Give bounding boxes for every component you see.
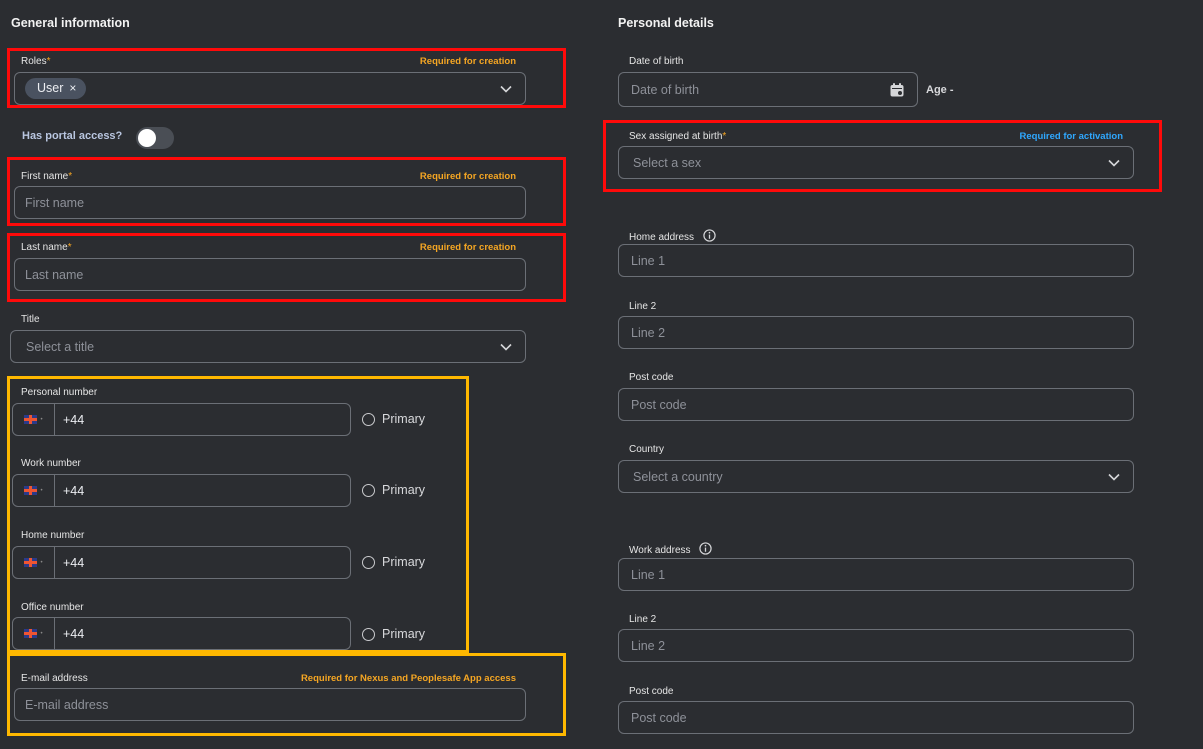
toggle-knob	[138, 129, 156, 147]
age-display: Age -	[926, 84, 954, 96]
uk-flag-icon	[24, 415, 38, 424]
title-label: Title	[21, 314, 40, 325]
home-address-label: Home address	[629, 229, 716, 243]
personal-number-input[interactable]: • +44	[12, 403, 351, 436]
primary-radio[interactable]: Primary	[362, 412, 425, 426]
home-line2-placeholder: Line 2	[631, 325, 666, 340]
radio-icon	[362, 412, 375, 426]
country-select[interactable]: Select a country	[618, 460, 1134, 493]
phone-code: +44	[63, 555, 85, 570]
work-line2-label: Line 2	[629, 614, 657, 625]
home-postcode-label: Post code	[629, 372, 674, 383]
role-chip-user: User ×	[25, 78, 87, 99]
primary-label: Primary	[382, 483, 426, 497]
work-line2-placeholder: Line 2	[631, 638, 666, 653]
portal-access-label: Has portal access?	[22, 130, 123, 142]
country-label: Country	[629, 444, 665, 455]
first-name-required-hint: Required for creation	[419, 171, 516, 182]
email-required-hint: Required for Nexus and Peoplesafe App ac…	[300, 673, 516, 684]
roles-label: Roles*	[21, 56, 51, 67]
uk-flag-icon	[24, 486, 38, 495]
primary-label: Primary	[382, 555, 426, 569]
work-postcode-placeholder: Post code	[631, 710, 687, 725]
roles-select[interactable]: User ×	[14, 72, 526, 105]
last-name-placeholder: Last name	[25, 267, 84, 282]
chevron-down-icon[interactable]	[1107, 156, 1121, 170]
calendar-icon[interactable]	[889, 82, 905, 98]
info-icon[interactable]	[703, 229, 716, 242]
primary-radio[interactable]: Primary	[362, 483, 425, 497]
general-information-title: General information	[11, 16, 130, 30]
phone-label: Personal number	[21, 387, 98, 398]
sex-required-hint: Required for activation	[1019, 131, 1123, 142]
sex-select[interactable]: Select a sex	[618, 146, 1134, 179]
first-name-label: First name*	[21, 171, 73, 182]
sex-placeholder: Select a sex	[633, 155, 702, 170]
chevron-down-icon[interactable]	[499, 82, 513, 96]
home-postcode-placeholder: Post code	[631, 397, 687, 412]
home-line1-input[interactable]: Line 1	[618, 244, 1134, 277]
work-postcode-input[interactable]: Post code	[618, 701, 1134, 734]
last-name-required-hint: Required for creation	[419, 242, 516, 253]
home-postcode-input[interactable]: Post code	[618, 388, 1134, 421]
phone-code: +44	[63, 412, 85, 427]
dob-label: Date of birth	[629, 56, 684, 67]
phone-label: Office number	[21, 602, 84, 613]
home-line2-label: Line 2	[629, 301, 657, 312]
uk-flag-icon	[24, 629, 38, 638]
age-value: -	[949, 84, 954, 96]
dob-placeholder: Date of birth	[631, 82, 700, 97]
radio-icon	[362, 555, 375, 569]
remove-chip-icon[interactable]: ×	[69, 81, 76, 95]
primary-radio[interactable]: Primary	[362, 627, 425, 641]
country-code-selector[interactable]: •	[13, 475, 55, 506]
work-line2-input[interactable]: Line 2	[618, 629, 1134, 662]
email-label: E-mail address	[21, 673, 88, 684]
email-placeholder: E-mail address	[25, 697, 109, 712]
work-postcode-label: Post code	[629, 686, 674, 697]
portal-access-toggle[interactable]	[136, 127, 174, 149]
email-input[interactable]: E-mail address	[14, 688, 526, 721]
phone-label: Home number	[21, 530, 85, 541]
work-address-label: Work address	[629, 542, 712, 556]
primary-label: Primary	[382, 412, 426, 426]
country-code-selector[interactable]: •	[13, 618, 55, 649]
primary-radio[interactable]: Primary	[362, 555, 425, 569]
dob-input[interactable]: Date of birth	[618, 72, 918, 107]
last-name-input[interactable]: Last name	[14, 258, 526, 291]
phone-code: +44	[63, 483, 85, 498]
first-name-placeholder: First name	[25, 195, 85, 210]
first-name-input[interactable]: First name	[14, 186, 526, 219]
radio-icon	[362, 627, 375, 641]
title-placeholder: Select a title	[26, 339, 95, 354]
work-line1-input[interactable]: Line 1	[618, 558, 1134, 591]
chevron-down-icon[interactable]	[499, 340, 513, 354]
home-number-input[interactable]: • +44	[12, 546, 351, 579]
info-icon[interactable]	[699, 542, 712, 555]
personal-details-title: Personal details	[618, 16, 714, 30]
role-chip-label: User	[37, 81, 64, 95]
work-number-input[interactable]: • +44	[12, 474, 351, 507]
country-code-selector[interactable]: •	[13, 547, 55, 578]
home-line1-placeholder: Line 1	[631, 253, 666, 268]
country-code-selector[interactable]: •	[13, 404, 55, 435]
title-select[interactable]: Select a title	[10, 330, 526, 363]
radio-icon	[362, 483, 375, 497]
uk-flag-icon	[24, 558, 38, 567]
chevron-down-icon[interactable]	[1107, 470, 1121, 484]
work-line1-placeholder: Line 1	[631, 567, 666, 582]
country-placeholder: Select a country	[633, 469, 723, 484]
phone-label: Work number	[21, 458, 81, 469]
home-line2-input[interactable]: Line 2	[618, 316, 1134, 349]
age-label: Age	[926, 84, 947, 96]
office-number-input[interactable]: • +44	[12, 617, 351, 650]
roles-required-hint: Required for creation	[419, 56, 516, 67]
last-name-label: Last name*	[21, 242, 72, 253]
primary-label: Primary	[382, 627, 426, 641]
sex-label: Sex assigned at birth*	[629, 131, 727, 142]
phone-code: +44	[63, 626, 85, 641]
